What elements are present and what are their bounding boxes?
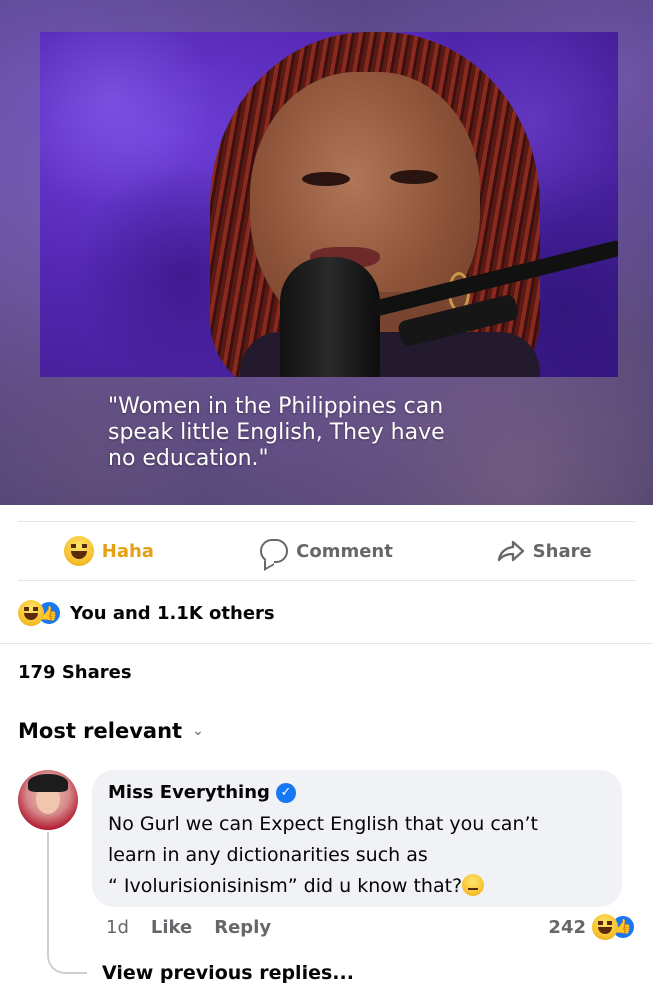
person-eye-right (390, 170, 438, 184)
thread-connector (47, 940, 87, 974)
haha-emoji-icon (63, 536, 94, 566)
unamused-emoji-icon (462, 874, 485, 896)
comment-time: 1d (106, 916, 129, 938)
comment-icon (260, 539, 289, 563)
comment-button[interactable]: Comment (218, 539, 436, 563)
post-media[interactable]: "Women in the Philippines can speak litt… (0, 0, 653, 505)
haha-emoji-icon (592, 914, 618, 940)
comment-text: No Gurl we can Expect English that you c… (108, 809, 606, 902)
media-caption: "Women in the Philippines can speak litt… (108, 394, 445, 471)
comment-label: Comment (296, 540, 393, 562)
comment-reply-button[interactable]: Reply (214, 917, 271, 938)
comment-author-row: Miss Everything ✓ (108, 782, 606, 803)
share-icon (497, 540, 524, 562)
chevron-down-icon: ⌄ (192, 723, 204, 739)
comment-reaction-count[interactable]: 242 (548, 917, 586, 938)
comment-author[interactable]: Miss Everything (108, 782, 270, 803)
share-label: Share (532, 540, 592, 562)
video-frame[interactable] (40, 32, 618, 377)
person-eye-left (302, 172, 350, 186)
divider (0, 643, 653, 644)
thread-line (47, 832, 49, 952)
view-previous-replies-link[interactable]: View previous replies... (102, 962, 354, 984)
comment-meta: 1d Like Reply 242 👍 (106, 914, 636, 940)
reactions-summary[interactable]: 👍 You and 1.1K others (18, 598, 275, 628)
microphone (280, 257, 380, 377)
haha-emoji-icon (18, 600, 44, 626)
shares-count[interactable]: 179 Shares (18, 662, 132, 683)
reactions-text: You and 1.1K others (70, 602, 275, 624)
action-bar: Haha Comment Share (0, 522, 653, 580)
divider (18, 580, 635, 581)
avatar[interactable] (18, 770, 78, 830)
haha-button[interactable]: Haha (0, 536, 218, 566)
sort-label: Most relevant (18, 719, 183, 743)
comment-like-button[interactable]: Like (151, 917, 192, 938)
verified-badge-icon: ✓ (275, 782, 296, 803)
sort-dropdown[interactable]: Most relevant ⌄ (18, 719, 204, 743)
haha-label: Haha (101, 540, 154, 562)
share-button[interactable]: Share (435, 539, 653, 563)
comment-bubble[interactable]: Miss Everything ✓ No Gurl we can Expect … (92, 770, 622, 907)
comment-reactions[interactable]: 👍 (592, 914, 636, 940)
